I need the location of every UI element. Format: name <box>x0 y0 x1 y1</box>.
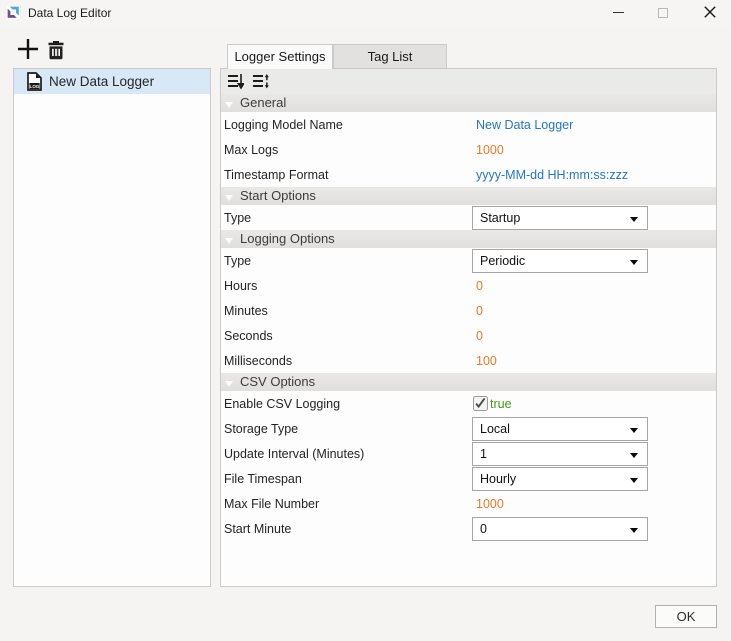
svg-text:LOG: LOG <box>30 84 40 89</box>
